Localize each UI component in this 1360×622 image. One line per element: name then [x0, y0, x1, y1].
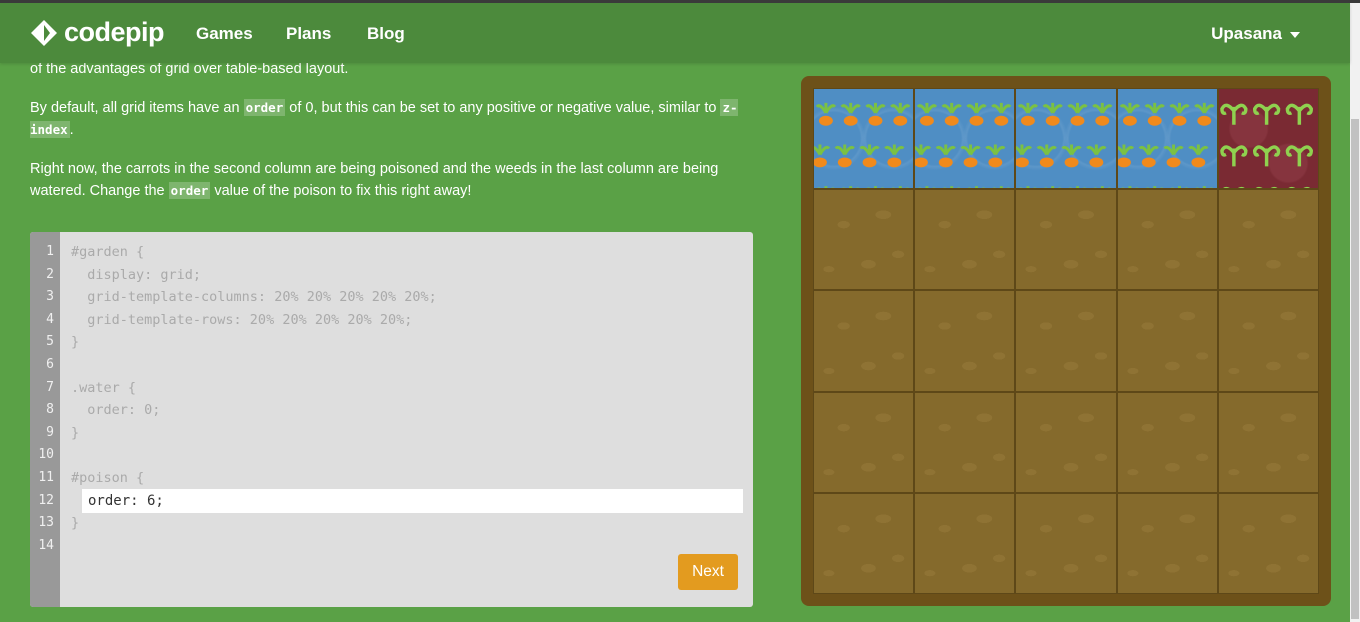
line-number: 13 — [38, 515, 54, 531]
nav-plans[interactable]: Plans — [286, 24, 331, 44]
code-line: display: grid; — [71, 266, 202, 283]
user-menu[interactable]: Upasana — [1211, 24, 1300, 44]
caret-down-icon — [1290, 31, 1300, 38]
instructions: of the advantages of grid over table-bas… — [30, 58, 755, 219]
line-number: 7 — [46, 379, 54, 395]
css-input[interactable] — [88, 489, 728, 513]
nav-blog[interactable]: Blog — [367, 24, 405, 44]
garden-frame — [801, 76, 1331, 606]
soil-tile — [1116, 391, 1218, 493]
soil-tile — [813, 492, 915, 594]
logo[interactable]: codepip — [30, 17, 165, 48]
water-carrot-tile — [1015, 88, 1117, 190]
soil-tile — [1217, 189, 1319, 291]
line-number: 1 — [46, 244, 54, 259]
line-number: 2 — [46, 266, 54, 282]
soil-tile — [1015, 290, 1117, 392]
water-carrot-tile — [1116, 88, 1218, 190]
instructions-paragraph-2: By default, all grid items have an order… — [30, 97, 755, 141]
codepip-logo-icon — [31, 19, 57, 46]
instructions-text: of 0, but this can be set to any positiv… — [285, 100, 721, 116]
soil-tile — [1217, 492, 1319, 594]
soil-tile — [1116, 189, 1218, 291]
user-name: Upasana — [1211, 24, 1282, 43]
soil-tile — [1217, 391, 1319, 493]
water-carrot-tile — [813, 88, 915, 190]
soil-tile — [1116, 492, 1218, 594]
line-number: 6 — [46, 357, 54, 372]
soil-tile — [813, 290, 915, 392]
code-line: .water { — [71, 379, 137, 396]
next-button[interactable]: Next — [678, 554, 738, 590]
line-number: 9 — [46, 424, 54, 440]
instructions-text: By default, all grid items have an — [30, 100, 244, 116]
line-number: 4 — [46, 311, 54, 327]
garden-grid — [813, 88, 1319, 594]
line-number: 14 — [38, 537, 54, 553]
code-keyword-order: order — [243, 99, 286, 116]
code-line: } — [71, 334, 80, 351]
soil-tile — [914, 290, 1016, 392]
instructions-paragraph-3: Right now, the carrots in the second col… — [30, 158, 755, 202]
line-number: 10 — [38, 447, 54, 463]
code-line: order: 0; — [71, 402, 161, 419]
line-number: 5 — [46, 334, 54, 350]
code-line: grid-template-columns: 20% 20% 20% 20% 2… — [71, 289, 437, 306]
code-line: } — [71, 515, 80, 532]
code-editor: 1 #garden { 2 display: grid; 3 grid-templat… — [30, 232, 753, 607]
poison-weed-tile — [1217, 88, 1319, 190]
soil-tile — [813, 189, 915, 291]
code-line: #poison { — [71, 470, 145, 486]
water-carrot-tile — [914, 88, 1016, 190]
window-top-border — [0, 0, 1360, 3]
brand-name: codepip — [64, 17, 165, 47]
line-number: 12 — [38, 492, 54, 508]
nav-games[interactable]: Games — [196, 24, 253, 44]
code-line: } — [71, 424, 80, 441]
soil-tile — [914, 492, 1016, 594]
code-keyword-order: order — [168, 182, 211, 199]
top-navbar: codepip Games Plans Blog Upasana — [0, 3, 1350, 63]
soil-tile — [1116, 290, 1218, 392]
code-line: grid-template-rows: 20% 20% 20% 20% 20%; — [71, 311, 413, 328]
soil-tile — [914, 391, 1016, 493]
soil-tile — [1015, 492, 1117, 594]
line-number: 11 — [38, 470, 54, 485]
code-input-row[interactable] — [82, 489, 743, 513]
soil-tile — [813, 391, 915, 493]
instructions-text: . — [69, 122, 74, 138]
line-number: 3 — [46, 289, 54, 305]
instructions-text: value of the poison to fix this right aw… — [210, 183, 472, 199]
code-line: #garden { — [71, 244, 145, 260]
soil-tile — [1015, 189, 1117, 291]
line-number: 8 — [46, 402, 54, 418]
scrollbar-thumb[interactable] — [1351, 119, 1359, 619]
soil-tile — [914, 189, 1016, 291]
instructions-text: of the advantages of grid over table-bas… — [30, 61, 349, 77]
soil-tile — [1015, 391, 1117, 493]
page-scrollbar[interactable] — [1350, 3, 1360, 622]
soil-tile — [1217, 290, 1319, 392]
